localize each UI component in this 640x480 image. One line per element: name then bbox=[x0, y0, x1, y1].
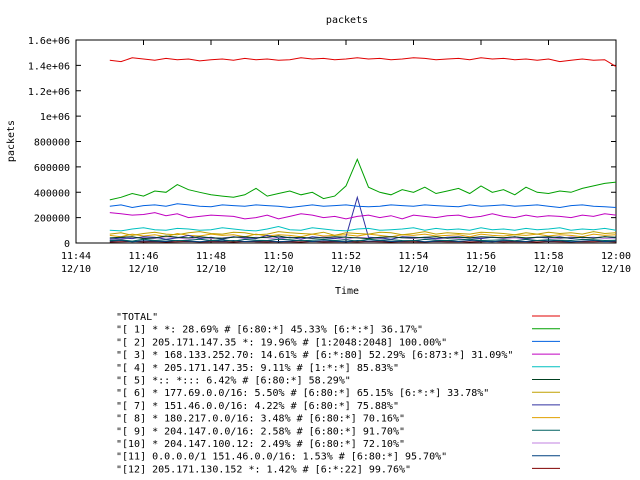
x-axis-label: Time bbox=[335, 286, 359, 297]
x-tick-time-label: 11:48 bbox=[196, 251, 226, 262]
y-axis-label: packets bbox=[6, 120, 17, 162]
x-tick-date-label: 12/10 bbox=[466, 264, 496, 275]
x-tick-time-label: 11:58 bbox=[533, 251, 563, 262]
x-tick-time-label: 11:46 bbox=[128, 251, 158, 262]
legend: "TOTAL" "[ 1] * *: 28.69% # [6:80:*] 45.3… bbox=[116, 312, 560, 475]
x-tick-time-label: 11:50 bbox=[263, 251, 293, 262]
x-tick-date-label: 12/10 bbox=[533, 264, 563, 275]
x-tick-time-label: 11:44 bbox=[61, 251, 91, 262]
legend-label: "[ 7] * 151.46.0.0/16: 4.22% # [6:80:*] … bbox=[116, 401, 399, 412]
legend-label: "[12] 205.171.130.152 *: 1.42% # [6:*:22… bbox=[116, 464, 411, 475]
y-tick-label: 1e+06 bbox=[40, 112, 70, 123]
series-line-2 bbox=[109, 203, 617, 209]
y-tick-label: 1.2e+06 bbox=[28, 87, 70, 98]
y-axis: 0 200000 400000 600000 800000 1e+06 1.2e+06 1.4… bbox=[28, 36, 616, 250]
series-line-12 bbox=[109, 240, 617, 243]
x-tick-date-label: 12/10 bbox=[61, 264, 91, 275]
x-tick-date-label: 12/10 bbox=[398, 264, 428, 275]
y-tick-label: 1.6e+06 bbox=[28, 36, 70, 47]
legend-label: "[ 1] * *: 28.69% # [6:80:*] 45.33% [6:*… bbox=[116, 325, 423, 336]
packets-chart: packets packets Time 0 200000 400000 600000… bbox=[6, 15, 631, 475]
series-line-1 bbox=[109, 157, 617, 201]
legend-label: "[ 9] * 204.147.0.0/16: 2.58% # [6:80:*]… bbox=[116, 426, 405, 437]
legend-label: "TOTAL" bbox=[116, 312, 158, 323]
legend-label: "[ 8] * 180.217.0.0/16: 3.48% # [6:80:*]… bbox=[116, 414, 405, 425]
series-line-0 bbox=[109, 57, 617, 68]
y-tick-label: 600000 bbox=[34, 163, 70, 174]
y-tick-label: 800000 bbox=[34, 138, 70, 149]
x-tick-date-label: 12/10 bbox=[331, 264, 361, 275]
x-tick-time-label: 11:56 bbox=[466, 251, 496, 262]
legend-label: "[ 2] 205.171.147.35 *: 19.96% # [1:2048… bbox=[116, 337, 447, 348]
legend-label: "[ 3] * 168.133.252.70: 14.61% # [6:*:80… bbox=[116, 350, 513, 361]
y-tick-label: 0 bbox=[64, 239, 70, 250]
legend-label: "[ 6] * 177.69.0.0/16: 5.50% # [6:80:*] … bbox=[116, 388, 489, 399]
x-tick-time-label: 11:54 bbox=[398, 251, 428, 262]
legend-label: "[11] 0.0.0.0/1 151.46.0.0/16: 1.53% # [… bbox=[116, 452, 447, 463]
legend-label: "[ 5] *:: *::: 6.42% # [6:80:*] 58.29%" bbox=[116, 376, 351, 387]
x-tick-date-label: 12/10 bbox=[263, 264, 293, 275]
legend-label: "[ 4] * 205.171.147.35: 9.11% # [1:*:*] … bbox=[116, 363, 399, 374]
x-tick-date-label: 12/10 bbox=[128, 264, 158, 275]
x-tick-time-label: 12:00 bbox=[601, 251, 631, 262]
y-tick-label: 400000 bbox=[34, 188, 70, 199]
y-tick-label: 1.4e+06 bbox=[28, 61, 70, 72]
y-tick-label: 200000 bbox=[34, 214, 70, 225]
chart-title: packets bbox=[326, 15, 368, 26]
x-tick-date-label: 12/10 bbox=[601, 264, 631, 275]
plot-frame bbox=[75, 39, 617, 244]
series-line-4 bbox=[109, 225, 617, 232]
legend-label: "[10] * 204.147.100.12: 2.49% # [6:80:*]… bbox=[116, 439, 405, 450]
x-tick-time-label: 11:52 bbox=[331, 251, 361, 262]
x-tick-date-label: 12/10 bbox=[196, 264, 226, 275]
series-group bbox=[109, 57, 617, 243]
